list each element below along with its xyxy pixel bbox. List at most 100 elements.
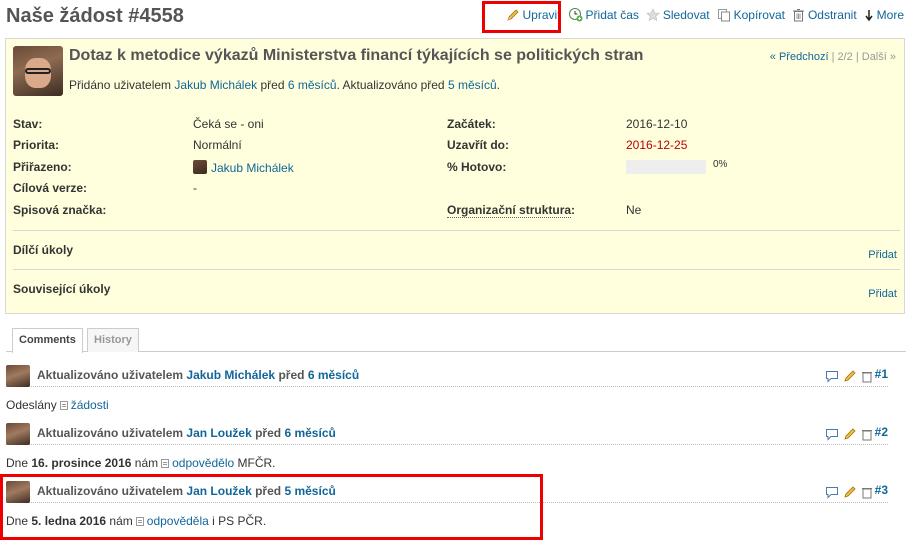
issue-subject: Dotaz k metodice výkazů Ministerstva fin…: [69, 47, 644, 64]
page-title: Naše žádost #4558: [6, 5, 184, 27]
docid-label: Spisová značka:: [13, 203, 107, 217]
subtasks-heading: Dílčí úkoly: [13, 243, 74, 257]
author-avatar: [13, 46, 63, 96]
updated-suffix: .: [496, 78, 500, 92]
comment-icon[interactable]: [825, 370, 839, 383]
status-value: Čeká se - oni: [193, 117, 264, 131]
org-structure-colon: :: [571, 203, 576, 217]
journal-header-2: Aktualizováno uživatelem Jan Loužek před…: [6, 423, 888, 445]
history-tabs: Comments History: [6, 326, 906, 353]
journal-prefix: Aktualizováno uživatelem: [37, 368, 184, 382]
note-text: Dne: [6, 456, 29, 470]
issue-author-line: Přidáno uživatelem Jakub Michálek před 6…: [69, 78, 500, 92]
issue-pagination: « Předchozí | 2/2 | Další »: [770, 51, 896, 63]
document-icon: [59, 401, 68, 410]
more-label: More: [876, 7, 904, 22]
updated-ago-link[interactable]: 5 měsíců: [448, 78, 497, 92]
journal-number[interactable]: #3: [875, 483, 888, 497]
journal-header-1: Aktualizováno uživatelem Jakub Michálek …: [6, 365, 888, 387]
note-date: 16. prosince 2016: [31, 456, 132, 470]
copy-icon: [717, 8, 730, 21]
author-link[interactable]: Jakub Michálek: [174, 78, 257, 92]
org-structure-label: Organizační struktura:: [447, 203, 576, 218]
avatar: [6, 365, 30, 387]
due-date-value: 2016-12-25: [626, 138, 688, 152]
copy-button[interactable]: Kopírovat: [717, 8, 785, 22]
comment-icon[interactable]: [825, 486, 839, 499]
journal-before: před: [255, 426, 282, 440]
divider: [13, 269, 900, 270]
watch-label: Sledovat: [662, 7, 710, 22]
trash-icon[interactable]: [861, 370, 873, 383]
journal-actions: #1: [821, 367, 888, 383]
journal-user-link[interactable]: Jan Loužek: [186, 426, 251, 440]
priority-label: Priorita:: [13, 138, 60, 152]
journal-number[interactable]: #1: [875, 367, 888, 381]
arrow-down-icon: [865, 9, 873, 21]
start-date-value: 2016-12-10: [626, 117, 688, 131]
star-icon: [646, 7, 660, 21]
tab-comments[interactable]: Comments: [12, 328, 83, 353]
pencil-icon[interactable]: [843, 485, 857, 499]
add-related-link[interactable]: Přidat: [868, 288, 897, 300]
next-label: Další »: [861, 51, 896, 63]
note-highlight-box: [0, 474, 543, 540]
org-structure-value: Ne: [626, 203, 642, 217]
assignee-value: Jakub Michálek: [193, 160, 294, 175]
add-subtask-link[interactable]: Přidat: [868, 249, 897, 261]
trash-icon: [792, 8, 804, 21]
author-prefix: Přidáno uživatelem: [69, 78, 172, 92]
edit-highlight-box: [482, 1, 561, 33]
org-structure-label-text: Organizační struktura: [447, 203, 572, 218]
clock-add-icon: [568, 8, 583, 22]
journal-title: Aktualizováno uživatelem Jan Loužek před…: [37, 426, 336, 440]
status-label: Stav:: [13, 117, 43, 131]
target-version-value: -: [193, 181, 197, 195]
delete-label: Odstranit: [807, 7, 857, 22]
done-value: 0%: [713, 159, 728, 170]
journal-note-1: Odeslány žádosti: [6, 398, 109, 412]
journal-user-link[interactable]: Jakub Michálek: [186, 368, 275, 382]
target-version-label: Cílová verze:: [13, 181, 88, 195]
delete-button[interactable]: Odstranit: [792, 8, 857, 22]
note-link[interactable]: odpovědělo: [172, 456, 234, 470]
log-time-button[interactable]: Přidat čas: [568, 7, 639, 22]
watch-button[interactable]: Sledovat: [646, 8, 710, 22]
start-date-label: Začátek:: [447, 117, 496, 131]
previous-link[interactable]: « Předchozí: [770, 51, 829, 63]
assignee-label: Přiřazeno:: [13, 160, 72, 174]
added-ago-link[interactable]: 6 měsíců: [288, 78, 337, 92]
note-link[interactable]: žádosti: [71, 398, 109, 412]
journal-actions: #3: [821, 483, 888, 499]
note-text: nám: [134, 456, 159, 470]
journal-number[interactable]: #2: [875, 425, 888, 439]
trash-icon[interactable]: [861, 428, 873, 441]
tab-history[interactable]: History: [87, 328, 139, 352]
comment-icon[interactable]: [825, 428, 839, 441]
trash-icon[interactable]: [861, 486, 873, 499]
divider: [13, 230, 900, 231]
related-issues-heading: Související úkoly: [13, 282, 111, 296]
journal-before: před: [278, 368, 305, 382]
before-text: před: [260, 78, 285, 92]
log-time-label: Přidat čas: [585, 7, 639, 22]
done-label: % Hotovo:: [447, 160, 507, 174]
more-button[interactable]: More: [864, 8, 904, 22]
note-text: MFČR.: [237, 456, 276, 470]
priority-value: Normální: [193, 138, 242, 152]
updated-prefix: . Aktualizováno před: [336, 78, 445, 92]
copy-label: Kopírovat: [733, 7, 785, 22]
pencil-icon[interactable]: [843, 369, 857, 383]
pencil-icon[interactable]: [843, 427, 857, 441]
done-progress-bar: [626, 160, 706, 174]
document-icon: [161, 459, 170, 468]
avatar: [6, 423, 30, 445]
assignee-avatar: [193, 160, 207, 174]
journal-note-2: Dne 16. prosince 2016 nám odpovědělo MFČR…: [6, 456, 276, 470]
note-text: Odeslány: [6, 398, 57, 412]
journal-ago-link[interactable]: 6 měsíců: [308, 368, 359, 382]
journal-title: Aktualizováno uživatelem Jakub Michálek …: [37, 368, 359, 382]
assignee-link[interactable]: Jakub Michálek: [211, 161, 294, 175]
journal-actions: #2: [821, 425, 888, 441]
journal-ago-link[interactable]: 6 měsíců: [284, 426, 335, 440]
